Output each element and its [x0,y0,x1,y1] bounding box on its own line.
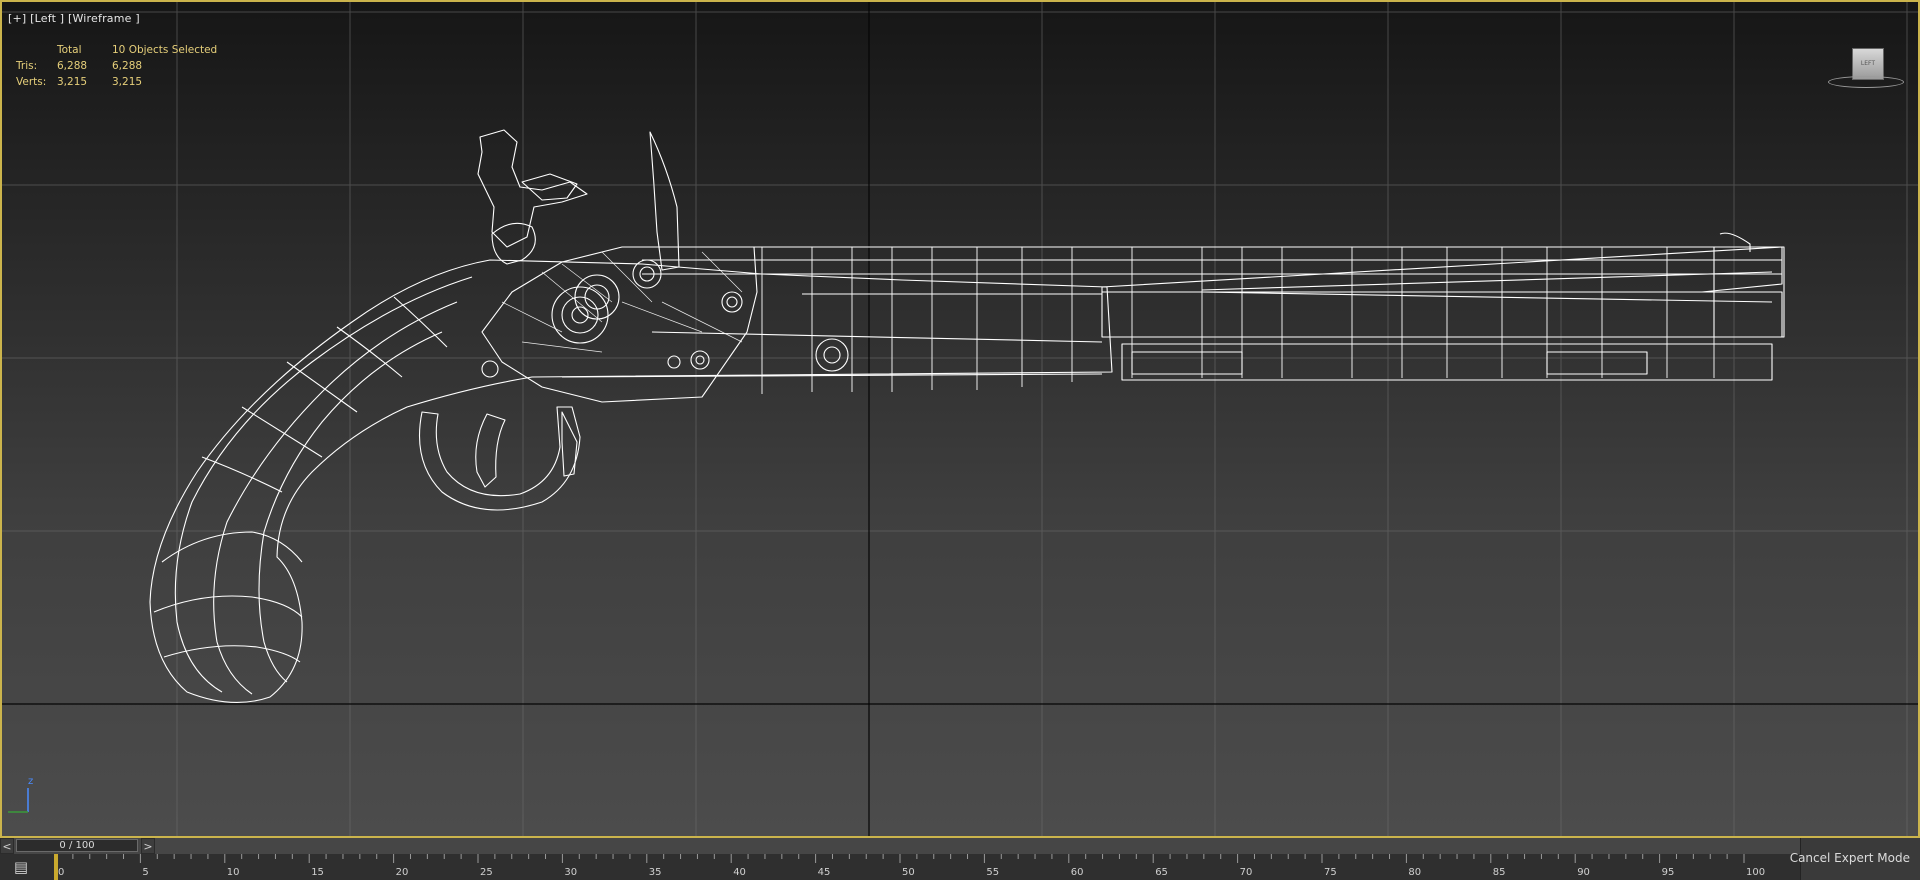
ruler-label: 75 [1324,867,1337,878]
viewcube-icon[interactable]: LEFT [1828,46,1904,90]
next-frame-button[interactable]: > [141,838,155,854]
stats-value-total: 6,288 [57,60,88,72]
stats-header-selected: 10 Objects Selected [112,44,218,56]
stats-label: Verts: [16,76,47,88]
ruler-label: 30 [564,867,577,878]
frame-ruler[interactable]: 0 5 10 15 20 25 30 35 40 45 50 55 60 65 70 75 80 85 90 95 10… [0,854,1800,880]
ruler-label: 95 [1662,867,1675,878]
stats-overlay: Total 10 Objects Selected Tris: 6,288 6,… [16,42,232,90]
ruler-label: 65 [1155,867,1168,878]
ruler-label: 25 [480,867,493,878]
ruler-label: 55 [986,867,999,878]
time-slider-thumb[interactable]: 0 / 100 [16,839,138,852]
ruler-label: 35 [649,867,662,878]
viewport-grid [2,2,1918,836]
stats-label: Tris: [16,60,38,72]
stats-row-tris: Tris: 6,288 6,288 [16,58,232,74]
ruler-label: 40 [733,867,746,878]
wireframe-scene[interactable] [2,2,1918,836]
ruler-label: 50 [902,867,915,878]
world-axis-lines [2,2,1918,836]
axis-z-label: z [28,776,34,787]
cancel-expert-mode-button[interactable]: Cancel Expert Mode [1790,851,1910,865]
stats-value-selected: 3,215 [112,76,143,88]
ruler-label: 70 [1240,867,1253,878]
ruler-label: 20 [396,867,409,878]
time-slider[interactable]: < 0 / 100 > [0,838,1800,854]
flintlock-pistol-wireframe[interactable] [149,129,1785,703]
viewcube-ring[interactable] [1828,76,1904,88]
left-viewport[interactable]: [+] [Left ] [Wireframe ] Total 10 Object… [0,0,1920,838]
stats-header-blank [16,42,57,58]
stats-value-total: 3,215 [57,76,88,88]
stats-row-verts: Verts: 3,215 3,215 [16,74,232,90]
stats-header-row: Total 10 Objects Selected [16,42,232,58]
ruler-label: 5 [142,867,148,878]
stats-header-total: Total [57,44,82,56]
axis-gizmo-icon: z [6,776,36,820]
track-bar[interactable]: ▤ 0 5 10 15 20 25 30 35 40 45 50 55 60 65 70 75 80 85 90 95… [0,854,1800,880]
previous-frame-button[interactable]: < [0,838,14,854]
stats-value-selected: 6,288 [112,60,143,72]
current-frame-marker[interactable] [54,854,58,880]
ruler-label: 45 [818,867,831,878]
ruler-label: 10 [227,867,240,878]
ruler-label: 90 [1577,867,1590,878]
viewport-label[interactable]: [+] [Left ] [Wireframe ] [8,12,140,25]
ruler-label: 15 [311,867,324,878]
ruler-label: 80 [1408,867,1421,878]
ruler-label: 0 [58,867,64,878]
expert-mode-panel: Cancel Expert Mode [1790,838,1920,880]
ruler-label: 85 [1493,867,1506,878]
ruler-label: 100 [1746,867,1765,878]
ruler-label: 60 [1071,867,1084,878]
